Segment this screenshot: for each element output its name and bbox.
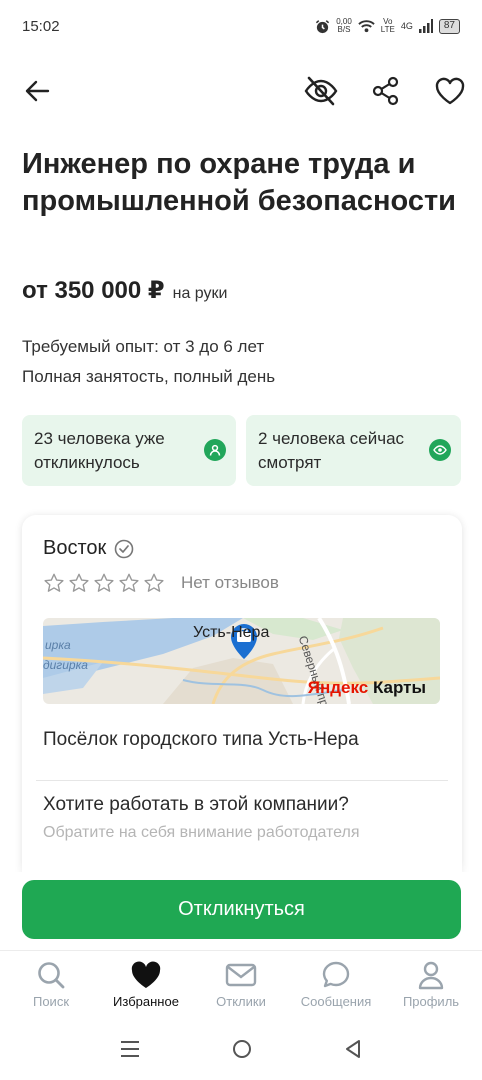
map-river-label-2: дигирка	[43, 658, 88, 672]
company-name-row[interactable]: Восток	[43, 537, 134, 560]
share-button[interactable]	[363, 68, 409, 114]
nav-favorites[interactable]: Избранное	[99, 951, 193, 1018]
company-name[interactable]: Восток	[43, 537, 106, 560]
salary-amount: от 350 000 ₽	[22, 277, 165, 304]
viewers-stat-text: 2 человека сейчас смотрят	[258, 429, 405, 472]
triangle-back-icon	[346, 1040, 360, 1058]
responses-stat-card: 23 человека уже откликнулось	[22, 415, 236, 486]
back-system-button[interactable]	[343, 1038, 363, 1060]
nav-label: Сообщения	[300, 994, 372, 1009]
bottom-navigation: Поиск Избранное Отклики Сообщения Профил…	[0, 950, 482, 1018]
nav-responses[interactable]: Отклики	[194, 951, 288, 1018]
network-label: 4G	[400, 21, 413, 31]
reviews-label: Нет отзывов	[181, 573, 279, 592]
battery-icon: 87	[438, 18, 460, 34]
eye-icon	[429, 439, 451, 461]
star-icon	[44, 573, 64, 592]
alarm-icon	[316, 19, 330, 33]
search-icon	[38, 962, 65, 989]
chat-icon	[322, 961, 350, 988]
person-icon	[204, 439, 226, 461]
responses-stat-text: 23 человека уже откликнулось	[34, 429, 165, 472]
status-bar: 15:02 0,00 B/S Vo LTE 4G 87	[0, 0, 482, 52]
status-icons: 0,00 B/S Vo LTE 4G 87	[315, 18, 460, 34]
star-icon	[94, 573, 114, 592]
menu-button[interactable]	[119, 1039, 141, 1059]
company-card[interactable]: Восток Нет отзывов Усть-Нера ирка дигирк…	[22, 515, 462, 895]
home-circle-icon	[233, 1040, 251, 1058]
yandex-maps-logo: Яндекс Карты	[307, 678, 426, 697]
arrow-left-icon	[25, 80, 50, 102]
star-row	[43, 572, 165, 594]
salary-note: на руки	[172, 285, 228, 302]
company-address: Посёлок городского типа Усть-Нера	[43, 729, 359, 750]
heart-outline-icon	[435, 77, 465, 105]
map-preview[interactable]: Усть-Нера ирка дигирка Северный пр-т Янд…	[43, 618, 440, 704]
wifi-icon	[358, 20, 375, 33]
data-rate: 0,00 B/S	[336, 17, 352, 34]
want-work-title[interactable]: Хотите работать в этой компании?	[43, 794, 349, 816]
map-river-label: ирка	[45, 638, 71, 652]
nav-search[interactable]: Поиск	[4, 951, 98, 1018]
favorite-button[interactable]	[427, 68, 473, 114]
volte-label: Vo LTE	[380, 17, 395, 34]
vacancy-title: Инженер по охране труда и промышленной б…	[22, 148, 456, 217]
apply-button[interactable]: Откликнуться	[22, 880, 461, 939]
check-circle-icon	[114, 539, 134, 558]
nav-label: Поиск	[32, 994, 70, 1009]
hide-vacancy-button[interactable]	[298, 68, 344, 114]
viewers-stat-card: 2 человека сейчас смотрят	[246, 415, 461, 486]
star-icon	[144, 573, 164, 592]
system-navigation	[0, 1018, 482, 1080]
signal-icon	[418, 19, 433, 33]
apply-area: Откликнуться	[0, 872, 482, 950]
profile-icon	[418, 961, 444, 990]
experience-text: Требуемый опыт: от 3 до 6 лет	[22, 337, 265, 356]
mail-icon	[225, 963, 257, 987]
nav-label: Избранное	[113, 994, 179, 1009]
rating-stars[interactable]: Нет отзывов	[43, 572, 279, 594]
nav-label: Отклики	[216, 994, 266, 1009]
star-icon	[69, 573, 89, 592]
heart-filled-icon	[131, 961, 161, 988]
want-work-subtitle: Обратите на себя внимание работодателя	[43, 824, 360, 841]
back-button[interactable]	[14, 68, 60, 114]
map-town-label: Усть-Нера	[193, 624, 270, 641]
status-time: 15:02	[22, 17, 60, 35]
employment-text: Полная занятость, полный день	[22, 367, 276, 386]
eye-off-icon	[304, 76, 338, 106]
share-icon	[372, 76, 399, 106]
divider	[36, 780, 448, 781]
home-button[interactable]	[231, 1038, 253, 1060]
salary: от 350 000 ₽ на руки	[22, 276, 227, 305]
menu-icon	[121, 1041, 139, 1057]
nav-profile[interactable]: Профиль	[384, 951, 478, 1018]
nav-messages[interactable]: Сообщения	[289, 951, 383, 1018]
nav-label: Профиль	[402, 994, 460, 1009]
star-icon	[119, 573, 139, 592]
top-toolbar	[0, 68, 482, 114]
